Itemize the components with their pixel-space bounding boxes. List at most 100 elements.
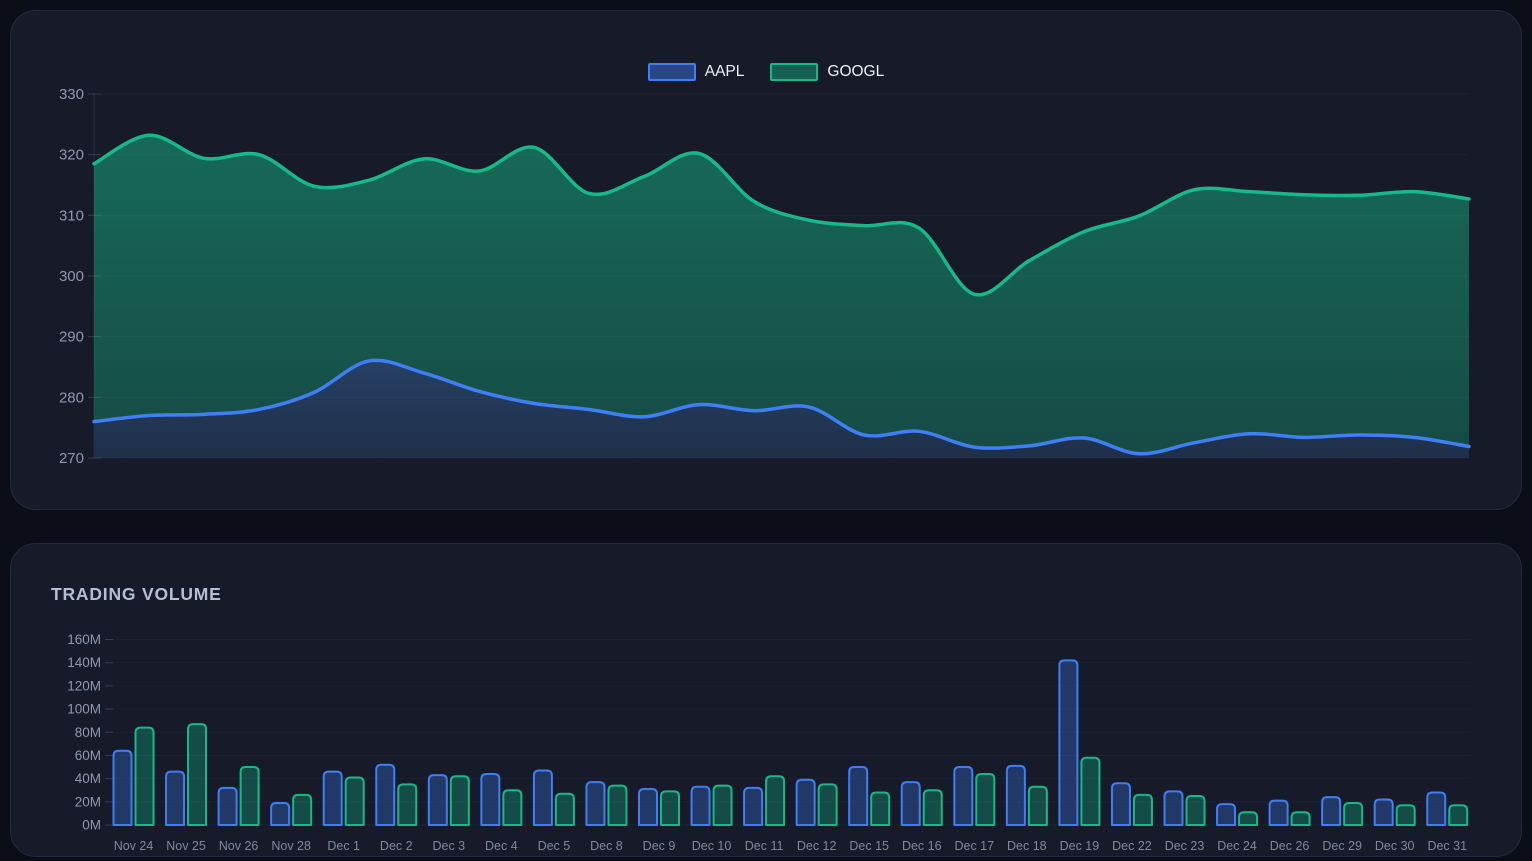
x-tick-label: Nov 24 [114,839,154,853]
volume-bar-googl[interactable] [556,794,574,825]
volume-bar-aapl[interactable] [271,803,289,825]
x-tick-label: Dec 30 [1375,839,1415,853]
volume-bar-aapl[interactable] [692,787,710,825]
volume-bar-googl[interactable] [1239,812,1257,825]
y-tick-label: 20M [75,794,101,809]
volume-bar-googl[interactable] [398,784,416,825]
volume-bar-googl[interactable] [976,774,994,825]
x-tick-label: Nov 25 [166,839,206,853]
y-tick-label: 100M [67,702,101,717]
volume-bar-aapl[interactable] [586,782,604,825]
x-tick-label: Dec 11 [745,839,784,853]
volume-bar-aapl[interactable] [1007,766,1025,825]
volume-bar-googl[interactable] [1029,787,1047,825]
volume-chart-card: TRADING VOLUME 0M20M40M60M80M100M120M140… [10,543,1522,857]
x-tick-label: Dec 4 [485,839,518,853]
volume-bar-googl[interactable] [1134,795,1152,825]
volume-bar-googl[interactable] [1397,805,1415,825]
x-tick-label: Nov 26 [219,839,259,853]
x-tick-label: Dec 9 [643,839,676,853]
volume-bar-aapl[interactable] [1112,783,1130,825]
legend-item-googl[interactable]: GOOGL [770,63,884,81]
volume-bar-googl[interactable] [503,790,521,825]
x-tick-label: Dec 18 [1007,839,1047,853]
x-tick-label: Dec 3 [432,839,465,853]
volume-bar-aapl[interactable] [114,751,132,825]
volume-bar-aapl[interactable] [1270,801,1288,825]
volume-bar-googl[interactable] [608,786,626,825]
legend-label-googl: GOOGL [827,63,884,81]
y-tick-label: 300 [59,268,84,285]
volume-bar-aapl[interactable] [744,788,762,825]
y-tick-label: 160M [67,632,101,647]
volume-bar-googl[interactable] [1292,812,1310,825]
volume-bar-googl[interactable] [293,795,311,825]
y-tick-label: 330 [59,86,84,103]
x-tick-label: Dec 22 [1112,839,1152,853]
volume-bar-aapl[interactable] [1165,791,1183,825]
x-tick-label: Dec 23 [1165,839,1205,853]
volume-bar-aapl[interactable] [639,789,657,825]
volume-bar-aapl[interactable] [376,765,394,825]
y-tick-label: 80M [75,725,101,740]
volume-bar-googl[interactable] [188,724,206,825]
aapl-legend-swatch [648,63,696,81]
volume-section-title: TRADING VOLUME [51,584,222,605]
price-chart-card: AAPL GOOGL 270280290300310320330 [10,10,1522,510]
chart-legend: AAPL GOOGL [11,63,1521,81]
x-tick-label: Dec 8 [590,839,623,853]
volume-bar-googl[interactable] [871,793,889,825]
volume-bar-googl[interactable] [241,767,259,825]
x-tick-label: Nov 28 [271,839,311,853]
volume-bar-googl[interactable] [924,790,942,825]
y-tick-label: 140M [67,655,101,670]
volume-bar-aapl[interactable] [1427,793,1445,825]
googl-legend-swatch [770,63,818,81]
volume-bar-googl[interactable] [714,786,732,825]
volume-bar-aapl[interactable] [797,780,815,825]
volume-bar-aapl[interactable] [849,767,867,825]
volume-bar-googl[interactable] [451,776,469,825]
y-tick-label: 40M [75,771,101,786]
legend-item-aapl[interactable]: AAPL [648,63,745,81]
volume-chart[interactable]: 0M20M40M60M80M100M120M140M160MNov 24Nov … [11,544,1521,856]
volume-bar-aapl[interactable] [1217,804,1235,825]
volume-bar-googl[interactable] [1187,796,1205,825]
volume-bar-googl[interactable] [819,784,837,825]
y-tick-label: 320 [59,147,84,164]
volume-bar-aapl[interactable] [902,782,920,825]
volume-bar-aapl[interactable] [534,771,552,825]
x-tick-label: Dec 26 [1270,839,1310,853]
volume-bar-aapl[interactable] [954,767,972,825]
legend-label-aapl: AAPL [705,63,745,81]
volume-bar-aapl[interactable] [1322,797,1340,825]
y-tick-label: 270 [59,450,84,467]
volume-bar-aapl[interactable] [324,772,342,825]
volume-bar-googl[interactable] [1081,758,1099,825]
volume-bar-aapl[interactable] [481,774,499,825]
x-tick-label: Dec 1 [327,839,360,853]
volume-bar-aapl[interactable] [429,775,447,825]
volume-bar-googl[interactable] [346,777,364,825]
x-tick-label: Dec 5 [538,839,571,853]
price-chart[interactable]: 270280290300310320330 [11,11,1521,509]
y-tick-label: 120M [67,678,101,693]
y-tick-label: 290 [59,329,84,346]
volume-bar-googl[interactable] [766,776,784,825]
volume-bar-aapl[interactable] [219,788,237,825]
volume-bar-aapl[interactable] [166,772,184,825]
volume-bar-aapl[interactable] [1375,799,1393,825]
volume-bar-googl[interactable] [661,791,679,825]
x-tick-label: Dec 2 [380,839,413,853]
x-tick-label: Dec 17 [954,839,994,853]
x-tick-label: Dec 12 [797,839,837,853]
x-tick-label: Dec 24 [1217,839,1257,853]
volume-bar-googl[interactable] [1449,805,1467,825]
volume-bar-googl[interactable] [136,728,154,825]
y-tick-label: 280 [59,389,84,406]
x-tick-label: Dec 31 [1427,839,1467,853]
x-tick-label: Dec 10 [692,839,732,853]
x-tick-label: Dec 29 [1322,839,1362,853]
volume-bar-googl[interactable] [1344,803,1362,825]
volume-bar-aapl[interactable] [1059,660,1077,825]
